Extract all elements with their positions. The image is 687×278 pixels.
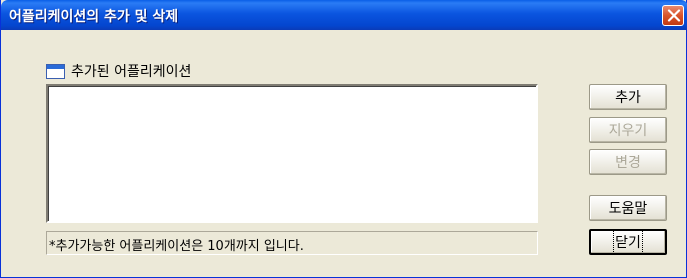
add-button-label: 추가: [615, 90, 641, 106]
remove-button-label: 지우기: [608, 123, 648, 139]
close-icon: [667, 9, 681, 22]
close-dialog-button[interactable]: 닫기: [589, 229, 667, 255]
close-button[interactable]: [662, 5, 684, 26]
applications-listbox[interactable]: [46, 84, 538, 223]
remove-button[interactable]: 지우기: [589, 117, 667, 143]
help-button[interactable]: 도움말: [589, 195, 667, 221]
title-bar[interactable]: 어플리케이션의 추가 및 삭제: [1, 0, 687, 30]
dialog-window: 어플리케이션의 추가 및 삭제 추가된 어플리케이션 *추가가능한 어플리케이션…: [0, 0, 687, 278]
applications-list-label: 추가된 어플리케이션: [46, 62, 191, 80]
window-title: 어플리케이션의 추가 및 삭제: [9, 9, 179, 25]
change-button-label: 변경: [615, 155, 641, 171]
add-button[interactable]: 추가: [589, 84, 667, 110]
list-view-icon: [46, 63, 65, 79]
status-text: *추가가능한 어플리케이션은 10개까지 입니다.: [46, 231, 538, 255]
close-dialog-button-label: 닫기: [613, 230, 643, 254]
change-button[interactable]: 변경: [589, 149, 667, 175]
help-button-label: 도움말: [608, 201, 648, 217]
list-label-text: 추가된 어플리케이션: [71, 64, 192, 80]
